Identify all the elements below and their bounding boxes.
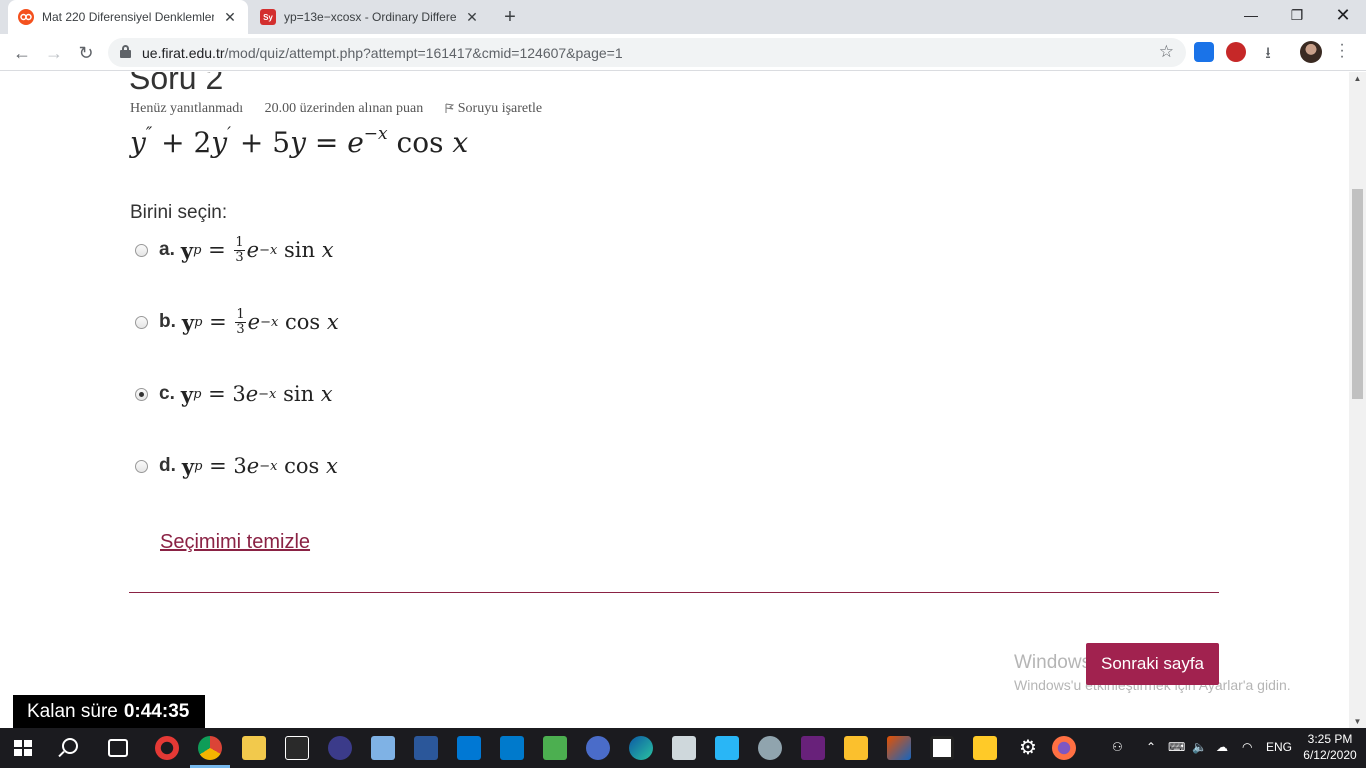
option-b-radio[interactable]: [135, 315, 148, 329]
timer-value: 0:44:35: [123, 700, 190, 722]
symbolab-favicon-icon: Sy: [260, 9, 276, 25]
option-b[interactable]: b. yp = 1 3 e −x cos x: [135, 305, 339, 339]
restore-button[interactable]: ❐: [1274, 0, 1320, 30]
box-app-icon[interactable]: [371, 736, 395, 760]
python-file-icon[interactable]: [672, 736, 696, 760]
back-button[interactable]: ←: [8, 40, 36, 66]
option-c[interactable]: c. yp = 3 e −x sin x: [135, 377, 333, 411]
star-app-icon[interactable]: [715, 736, 739, 760]
clear-selection-link[interactable]: Seçimimi temizle: [160, 531, 310, 554]
option-a-radio[interactable]: [135, 243, 148, 257]
option-d-radio[interactable]: [135, 459, 148, 473]
tab-title: Mat 220 Diferensiyel Denklemler: [42, 10, 214, 24]
close-tab-icon[interactable]: ✕: [222, 9, 238, 26]
question-points: 20.00 üzerinden alınan puan: [264, 101, 424, 116]
forward-button[interactable]: →: [40, 40, 68, 66]
language-indicator[interactable]: ENG: [1266, 740, 1292, 754]
input-method-icon[interactable]: ⌨: [1168, 740, 1185, 754]
chrome-icon[interactable]: [198, 736, 222, 760]
system-clock[interactable]: 3:25 PM 6/12/2020: [1300, 731, 1360, 763]
flag-icon: [445, 103, 454, 113]
file-explorer-icon[interactable]: [242, 736, 266, 760]
task-view-icon[interactable]: [108, 739, 128, 757]
volume-icon[interactable]: 🔈: [1192, 740, 1207, 754]
profile-avatar[interactable]: [1300, 41, 1322, 63]
option-c-formula: yp = 3 e −x sin x: [180, 381, 333, 407]
windows-start-icon[interactable]: [14, 740, 32, 756]
scroll-down-icon[interactable]: ▼: [1349, 717, 1366, 726]
section-divider: [129, 592, 1219, 593]
timer-label: Kalan süre: [27, 700, 118, 722]
show-hidden-icons-icon[interactable]: ⌃: [1146, 740, 1156, 754]
moodle-favicon-icon: [18, 9, 34, 25]
app-icon[interactable]: [457, 736, 481, 760]
windows-taskbar: ⚙ ⚇ ⌃ ⌨ 🔈 ☁ ◠ ENG 3:25 PM 6/12/2020: [0, 728, 1366, 768]
question-heading: Soru 2: [129, 72, 224, 96]
scrollbar-thumb[interactable]: [1352, 189, 1363, 399]
option-letter: c.: [159, 383, 175, 404]
new-tab-button[interactable]: +: [498, 5, 522, 29]
browser-toolbar: ← → ↻ ue.firat.edu.tr/mod/quiz/attempt.p…: [0, 34, 1366, 71]
extension-icon[interactable]: [1226, 42, 1246, 62]
star-icon[interactable]: [844, 736, 868, 760]
option-c-radio[interactable]: [135, 387, 148, 401]
page-scrollbar[interactable]: ▲ ▼: [1349, 72, 1366, 728]
onedrive-icon[interactable]: ☁: [1216, 740, 1228, 754]
opera-icon[interactable]: [155, 736, 179, 760]
eclipse-icon[interactable]: [328, 736, 352, 760]
lock-icon: [120, 45, 131, 58]
bookmark-star-icon[interactable]: ☆: [1159, 42, 1174, 62]
settings-gear-icon[interactable]: ⚙: [1016, 736, 1040, 760]
reload-button[interactable]: ↻: [72, 40, 100, 66]
next-page-button[interactable]: Sonraki sayfa: [1086, 643, 1219, 685]
option-d[interactable]: d. yp = 3 e −x cos x: [135, 449, 338, 483]
option-letter: b.: [159, 311, 176, 332]
translate-extension-icon[interactable]: [1194, 42, 1214, 62]
tab-symbolab[interactable]: Sy yp=13e−xcosx - Ordinary Differe ✕: [250, 0, 490, 34]
app-icon[interactable]: [586, 736, 610, 760]
spreadsheet-icon[interactable]: [543, 736, 567, 760]
clock-date: 6/12/2020: [1303, 748, 1357, 762]
search-icon[interactable]: [62, 738, 78, 754]
question-status: Henüz yanıtlanmadı: [130, 101, 244, 116]
download-icon[interactable]: ⭳: [1258, 42, 1278, 62]
close-window-button[interactable]: ✕: [1320, 0, 1366, 30]
browser-tab-strip: Mat 220 Diferensiyel Denklemler ✕ Sy yp=…: [0, 0, 1366, 34]
question-info: Henüz yanıtlanmadı 20.00 üzerinden alına…: [130, 101, 578, 117]
photos-icon[interactable]: [285, 736, 309, 760]
tab-mat220[interactable]: Mat 220 Diferensiyel Denklemler ✕: [8, 0, 248, 34]
differential-equation: y″ + 2y′ + 5y = e−x cos x: [130, 124, 469, 159]
quiz-page: Soru 2 Henüz yanıtlanmadı 20.00 üzerinde…: [0, 72, 1349, 728]
option-a[interactable]: a. yp = 1 3 e −x sin x: [135, 233, 334, 267]
people-icon[interactable]: ⚇: [1112, 740, 1123, 754]
option-d-formula: yp = 3 e −x cos x: [181, 453, 338, 479]
address-bar[interactable]: ue.firat.edu.tr/mod/quiz/attempt.php?att…: [108, 38, 1186, 67]
firefox-icon[interactable]: [1052, 736, 1076, 760]
wifi-icon[interactable]: ◠: [1242, 740, 1252, 754]
scroll-up-icon[interactable]: ▲: [1349, 74, 1366, 83]
visual-studio-icon[interactable]: [801, 736, 825, 760]
close-tab-icon[interactable]: ✕: [464, 9, 480, 26]
option-a-formula: yp = 1 3 e −x sin x: [180, 234, 334, 265]
option-b-formula: yp = 1 3 e −x cos x: [181, 306, 339, 337]
word-icon[interactable]: [414, 736, 438, 760]
url-text: ue.firat.edu.tr/mod/quiz/attempt.php?att…: [142, 45, 623, 61]
edge-icon[interactable]: [629, 736, 653, 760]
quiz-timer: Kalan süre 0:44:35: [13, 695, 205, 728]
paint-icon[interactable]: [758, 736, 782, 760]
clock-time: 3:25 PM: [1307, 732, 1353, 746]
option-letter: d.: [159, 455, 176, 476]
option-letter: a.: [159, 239, 175, 260]
chrome-menu-icon[interactable]: · · ·: [1336, 37, 1348, 65]
matlab-icon[interactable]: [887, 736, 911, 760]
answer-prompt: Birini seçin:: [130, 202, 228, 223]
tab-title: yp=13e−xcosx - Ordinary Differe: [284, 10, 456, 24]
app-icon[interactable]: [930, 736, 954, 760]
pencil-icon[interactable]: [973, 736, 997, 760]
minimize-button[interactable]: —: [1228, 0, 1274, 30]
vscode-icon[interactable]: [500, 736, 524, 760]
flag-question-link[interactable]: Soruyu işaretle: [445, 101, 560, 116]
